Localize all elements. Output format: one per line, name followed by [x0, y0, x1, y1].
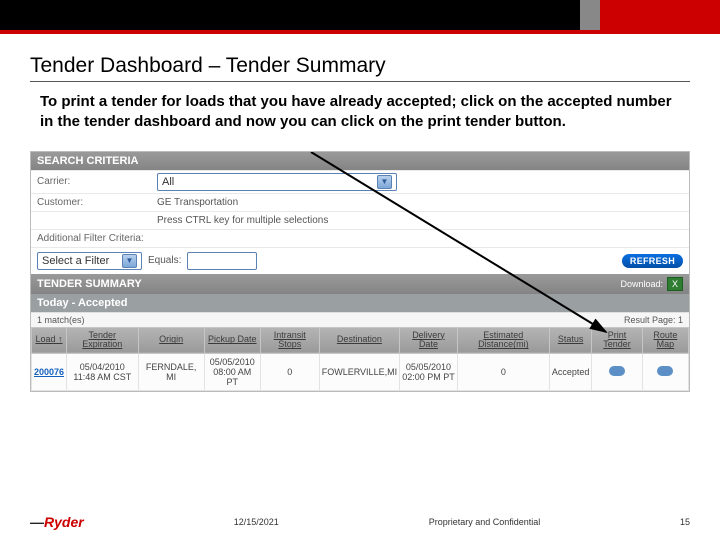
- footer-confidential: Proprietary and Confidential: [429, 517, 541, 527]
- addl-filter-label: Additional Filter Criteria:: [37, 233, 144, 244]
- carrier-label: Carrier:: [37, 176, 157, 187]
- cell-origin: FERNDALE, MI: [138, 354, 204, 391]
- multiselect-hint: Press CTRL key for multiple selections: [157, 215, 328, 226]
- result-page: Result Page: 1: [624, 315, 683, 325]
- col-status[interactable]: Status: [549, 327, 592, 354]
- filter-select[interactable]: Select a Filter ▼: [37, 252, 142, 270]
- customer-value: GE Transportation: [157, 197, 238, 208]
- accent-red: [600, 0, 720, 30]
- summary-subheader: Today - Accepted: [31, 294, 689, 312]
- col-origin[interactable]: Origin: [138, 327, 204, 354]
- download-excel-icon[interactable]: X: [667, 277, 683, 291]
- col-route[interactable]: Route Map: [642, 327, 688, 354]
- col-destination[interactable]: Destination: [319, 327, 399, 354]
- cell-expiration: 05/04/2010 11:48 AM CST: [67, 354, 139, 391]
- equals-input[interactable]: [187, 252, 257, 270]
- carrier-value: All: [162, 176, 174, 188]
- filter-select-value: Select a Filter: [42, 255, 109, 267]
- print-tender-icon[interactable]: [609, 366, 625, 376]
- chevron-down-icon: ▼: [377, 175, 392, 189]
- col-expiration[interactable]: Tender Expiration: [67, 327, 139, 354]
- footer-date: 12/15/2021: [234, 517, 279, 527]
- footer-page-number: 15: [680, 517, 690, 527]
- col-load[interactable]: Load ↑: [32, 327, 67, 354]
- col-delivery[interactable]: Delivery Date: [400, 327, 458, 354]
- chevron-down-icon: ▼: [122, 254, 137, 268]
- cell-route: [642, 354, 688, 391]
- tender-summary-header: TENDER SUMMARY: [37, 278, 142, 290]
- equals-label: Equals:: [148, 255, 181, 266]
- slide-title: Tender Dashboard – Tender Summary: [30, 54, 690, 82]
- cell-print: [592, 354, 642, 391]
- refresh-button[interactable]: REFRESH: [622, 254, 683, 268]
- load-link[interactable]: 200076: [34, 367, 64, 377]
- slide-instruction: To print a tender for loads that you hav…: [30, 92, 690, 133]
- cell-distance: 0: [457, 354, 549, 391]
- col-intransit[interactable]: Intransit Stops: [260, 327, 319, 354]
- download-label: Download:: [620, 279, 663, 289]
- cell-destination: FOWLERVILLE,MI: [319, 354, 399, 391]
- matches-count: 1 match(es): [37, 315, 85, 325]
- slide-top-bar: [0, 0, 720, 30]
- tender-table: Load ↑ Tender Expiration Origin Pickup D…: [31, 327, 689, 392]
- carrier-select[interactable]: All ▼: [157, 173, 397, 191]
- customer-label: Customer:: [37, 197, 157, 208]
- col-print[interactable]: Print Tender: [592, 327, 642, 354]
- search-criteria-header: SEARCH CRITERIA: [31, 152, 689, 170]
- slide-footer: —Ryder 12/15/2021 Proprietary and Confid…: [0, 514, 720, 530]
- col-distance[interactable]: Estimated Distance(mi): [457, 327, 549, 354]
- table-row: 200076 05/04/2010 11:48 AM CST FERNDALE,…: [32, 354, 689, 391]
- route-map-icon[interactable]: [657, 366, 673, 376]
- cell-delivery: 05/05/2010 02:00 PM PT: [400, 354, 458, 391]
- cell-status: Accepted: [549, 354, 592, 391]
- app-screenshot: SEARCH CRITERIA Carrier: All ▼ Customer:…: [30, 151, 690, 393]
- cell-pickup: 05/05/2010 08:00 AM PT: [204, 354, 260, 391]
- cell-intransit: 0: [260, 354, 319, 391]
- accent-gray: [580, 0, 600, 30]
- col-pickup[interactable]: Pickup Date: [204, 327, 260, 354]
- ryder-logo: —Ryder: [30, 514, 84, 530]
